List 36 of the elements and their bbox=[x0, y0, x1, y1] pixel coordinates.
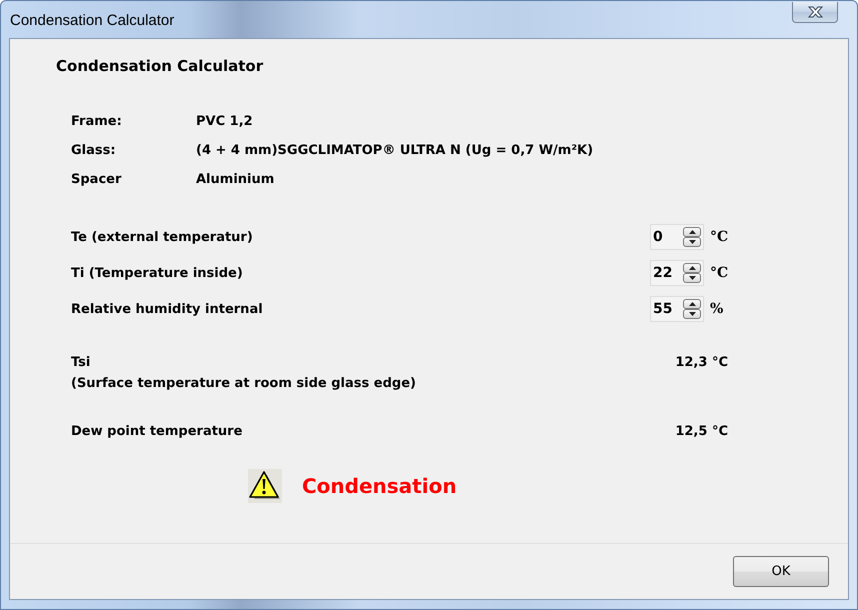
triangle-down-icon bbox=[688, 312, 696, 316]
triangle-up-icon bbox=[688, 302, 696, 306]
result-value: 12,5 °C bbox=[675, 423, 728, 441]
close-button[interactable] bbox=[792, 2, 838, 23]
field-label: Glass: bbox=[71, 143, 117, 158]
spin-up-button[interactable] bbox=[683, 263, 701, 273]
unit-label: % bbox=[710, 301, 724, 317]
unit-label: °C bbox=[710, 265, 730, 281]
triangle-up-icon bbox=[688, 230, 696, 234]
warning-icon bbox=[248, 469, 282, 503]
result-note: (Surface temperature at room side glass edge) bbox=[71, 375, 416, 393]
spin-down-button[interactable] bbox=[683, 309, 701, 319]
input-label: Relative humidity internal bbox=[71, 302, 264, 316]
alert-message: Condensation bbox=[302, 474, 457, 498]
triangle-down-icon bbox=[688, 276, 696, 280]
result-label: Tsi bbox=[71, 354, 92, 372]
result-value: 12,3 °C bbox=[675, 354, 728, 372]
spin-up-button[interactable] bbox=[683, 227, 701, 237]
field-value: Aluminium bbox=[196, 172, 274, 187]
result-label: Dew point temperature bbox=[71, 423, 242, 441]
field-label: Spacer bbox=[71, 172, 122, 187]
field-value: PVC 1,2 bbox=[196, 114, 253, 129]
close-icon bbox=[808, 6, 822, 18]
spin-down-button[interactable] bbox=[683, 237, 701, 247]
triangle-down-icon bbox=[688, 240, 696, 244]
unit-label: °C bbox=[710, 229, 730, 245]
window-title: Condensation Calculator bbox=[10, 12, 174, 29]
spin-up-button[interactable] bbox=[683, 299, 701, 309]
triangle-up-icon bbox=[688, 266, 696, 270]
spin-down-button[interactable] bbox=[683, 273, 701, 283]
input-label: Te (external temperatur) bbox=[71, 230, 254, 244]
dialog-heading: Condensation Calculator bbox=[56, 56, 264, 76]
ok-button[interactable]: OK bbox=[733, 556, 829, 587]
field-label: Frame: bbox=[71, 114, 123, 129]
input-label: Ti (Temperature inside) bbox=[71, 266, 244, 280]
field-value: (4 + 4 mm)SGGCLIMATOP® ULTRA N (Ug = 0,7 W/m²K) bbox=[196, 143, 594, 158]
